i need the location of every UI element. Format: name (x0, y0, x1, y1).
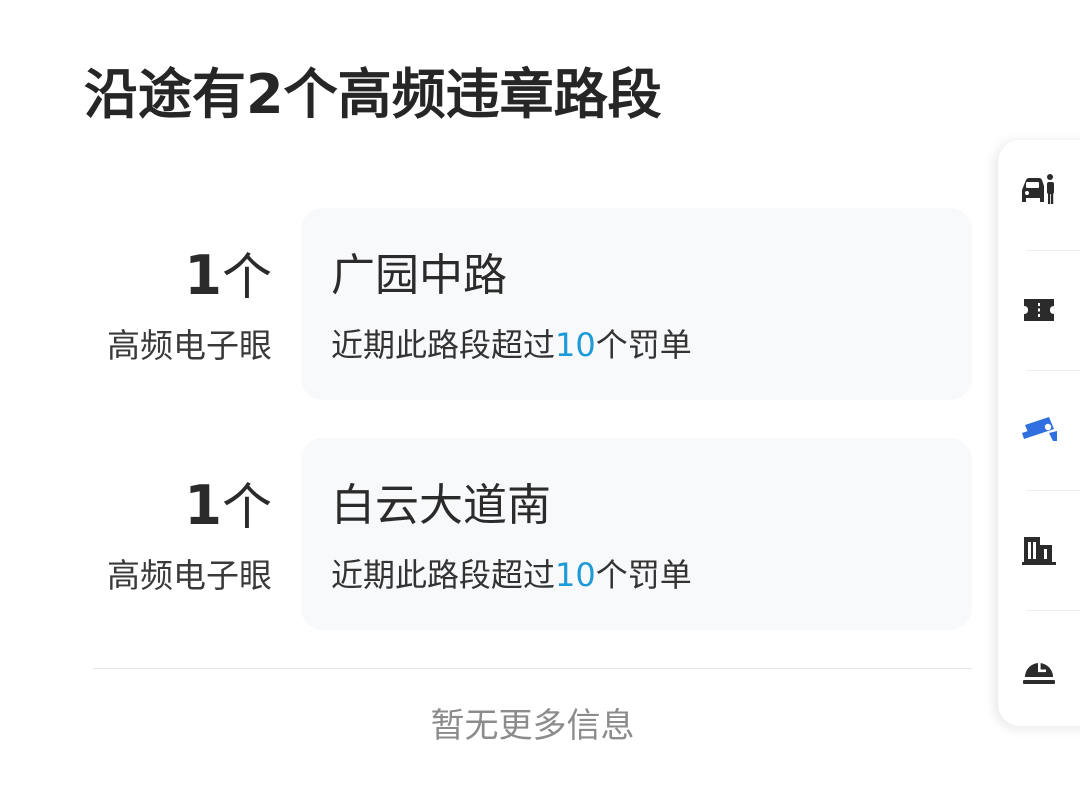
clock-icon (1023, 662, 1055, 684)
no-more-info: 暂无更多信息 (430, 706, 635, 746)
road-desc-suffix: 个罚单 (595, 556, 692, 594)
side-panel (998, 140, 1080, 726)
car-pedestrian-icon (1022, 174, 1054, 204)
road-description: 近期此路段超过10个罚单 (331, 322, 692, 368)
ticket-count: 10 (555, 556, 596, 594)
road-info-card[interactable]: 广园中路 近期此路段超过10个罚单 (301, 208, 972, 400)
road-description: 近期此路段超过10个罚单 (331, 552, 692, 598)
road-info-card[interactable]: 白云大道南 近期此路段超过10个罚单 (301, 438, 972, 630)
road-desc-prefix: 近期此路段超过 (331, 556, 556, 594)
road-desc-prefix: 近期此路段超过 (331, 326, 556, 364)
ticket-icon (1024, 299, 1054, 321)
camera-count-unit: 个 (222, 478, 272, 536)
camera-count-label: 高频电子眼 (107, 326, 272, 365)
side-button-camera[interactable] (998, 370, 1080, 490)
road-name: 广园中路 (331, 250, 507, 301)
side-button-clock[interactable] (998, 610, 1080, 730)
side-button-ticket[interactable] (998, 250, 1080, 370)
camera-icon (1022, 417, 1057, 441)
divider (93, 668, 972, 669)
camera-count-unit: 个 (222, 248, 272, 306)
camera-count-number: 1 (184, 474, 222, 537)
ticket-count: 10 (555, 326, 596, 364)
building-icon (1022, 537, 1056, 565)
segment-card[interactable]: 1个 高频电子眼 广园中路 近期此路段超过10个罚单 (0, 208, 975, 402)
camera-count-number: 1 (184, 244, 222, 307)
camera-count: 1个 高频电子眼 (80, 244, 272, 371)
page-title: 沿途有2个高频违章路段 (84, 63, 662, 126)
segment-card[interactable]: 1个 高频电子眼 白云大道南 近期此路段超过10个罚单 (0, 438, 975, 632)
side-button-car-pedestrian[interactable] (998, 130, 1080, 250)
road-desc-suffix: 个罚单 (595, 326, 692, 364)
side-button-building[interactable] (998, 490, 1080, 610)
road-name: 白云大道南 (331, 480, 551, 531)
camera-count-label: 高频电子眼 (107, 556, 272, 595)
camera-count: 1个 高频电子眼 (80, 474, 272, 601)
